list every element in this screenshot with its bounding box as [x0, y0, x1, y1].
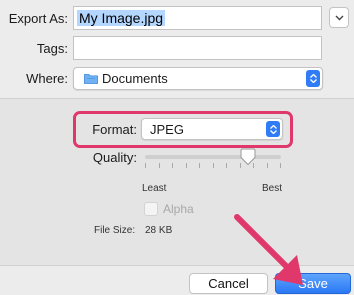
quality-min-label: Least	[142, 183, 167, 194]
stepper-arrows-icon	[306, 70, 320, 87]
slider-tick	[267, 163, 268, 168]
slider-tick	[172, 163, 173, 168]
quality-slider-ticks	[145, 163, 281, 169]
slider-tick	[226, 163, 227, 168]
where-label: Where:	[26, 71, 68, 86]
where-popup[interactable]: Documents	[73, 67, 323, 90]
expand-dialog-button[interactable]	[329, 7, 349, 28]
arrow-icon	[234, 214, 303, 285]
slider-tick	[145, 163, 146, 168]
quality-slider-track[interactable]	[145, 155, 281, 159]
file-size-label: File Size:	[94, 225, 136, 236]
quality-label: Quality:	[92, 150, 137, 165]
slider-tick	[186, 163, 187, 168]
stepper-arrows-icon	[266, 121, 280, 137]
slider-tick	[199, 163, 200, 168]
slider-tick	[213, 163, 214, 168]
export-as-value: My Image.jpg	[77, 10, 166, 26]
chevron-down-icon	[335, 15, 343, 20]
format-label: Format:	[92, 122, 137, 137]
export-as-field[interactable]: My Image.jpg	[73, 6, 322, 30]
tags-label: Tags:	[36, 41, 68, 56]
slider-tick	[159, 163, 160, 168]
format-value: JPEG	[150, 122, 184, 137]
alpha-checkbox[interactable]	[144, 202, 158, 216]
quality-slider-thumb[interactable]	[239, 148, 257, 166]
quality-max-label: Best	[262, 183, 283, 194]
slider-tick	[280, 163, 281, 168]
file-size-value: 28 KB	[145, 225, 173, 236]
format-popup[interactable]: JPEG	[141, 118, 283, 140]
alpha-label: Alpha	[163, 202, 194, 216]
folder-icon	[84, 74, 98, 84]
export-as-label: Export As:	[8, 11, 68, 26]
tags-field[interactable]	[73, 36, 322, 60]
where-value: Documents	[102, 71, 168, 86]
